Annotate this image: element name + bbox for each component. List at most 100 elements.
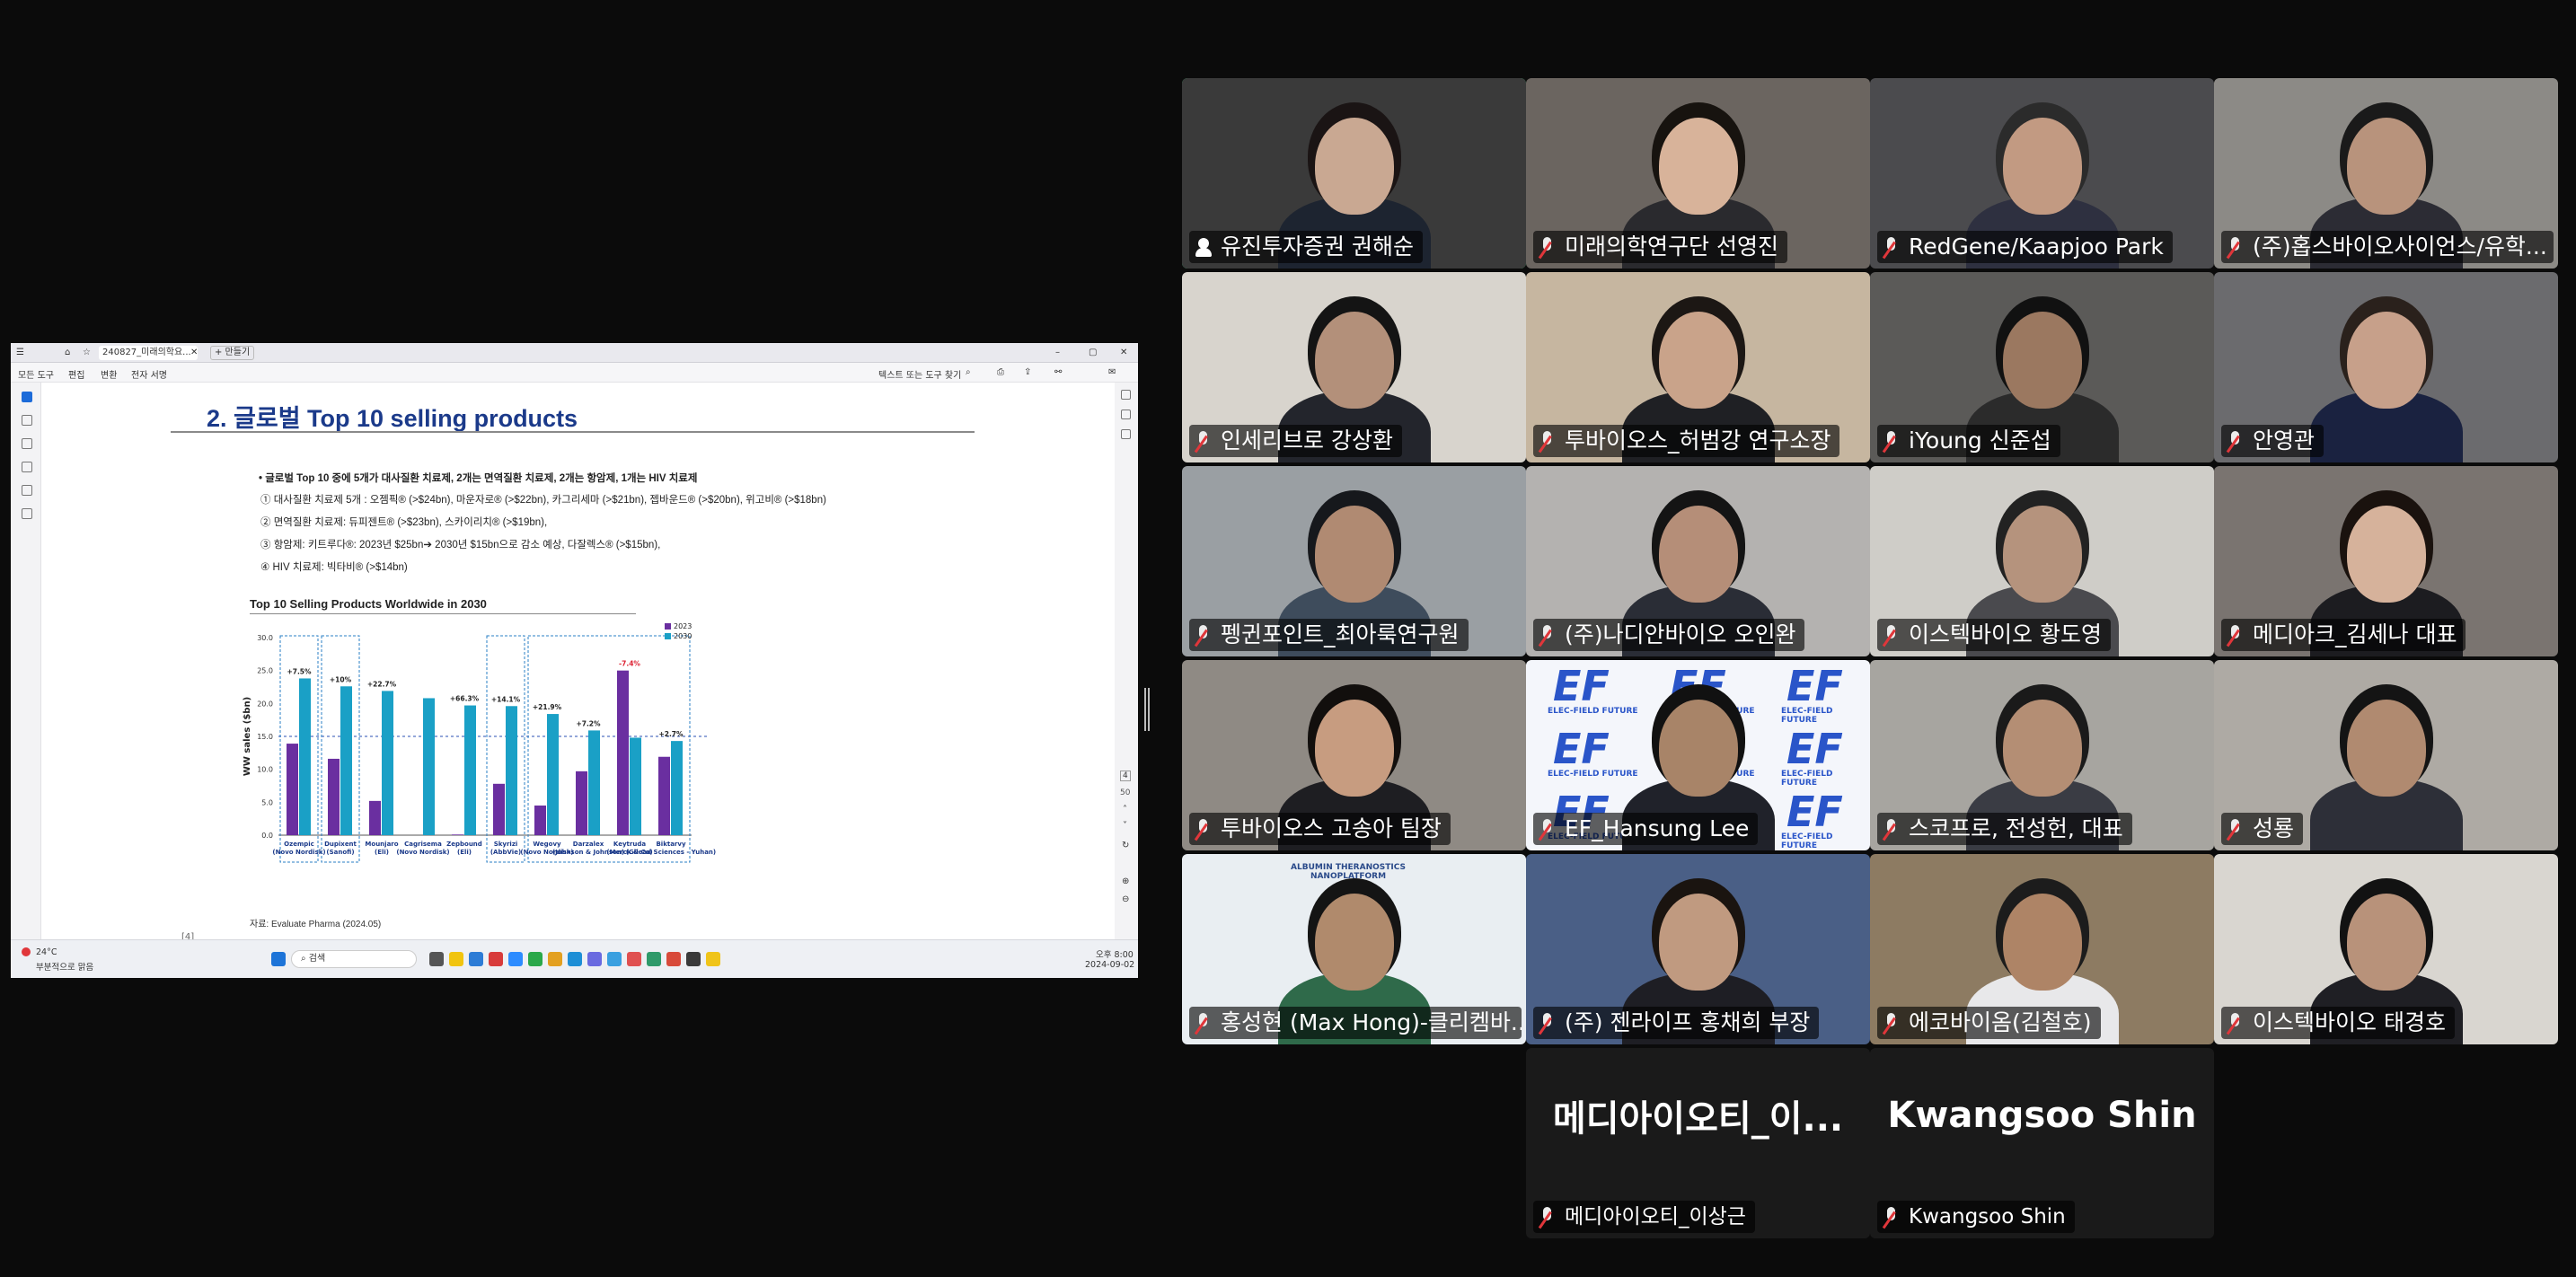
menu-sign[interactable]: 전자 서명 — [131, 367, 167, 381]
y-tick-label: 5.0 — [261, 798, 273, 806]
participant-tile[interactable]: 안영관 — [2214, 272, 2558, 462]
participant-tile[interactable]: 성룡 — [2214, 660, 2558, 850]
stamp-tool-icon[interactable] — [22, 508, 32, 519]
menu-convert[interactable]: 변환 — [101, 367, 117, 381]
participant-tile[interactable]: EF ELEC-FIELD FUTURE EF ELEC-FIELD FUTURE EF… — [1526, 660, 1870, 850]
select-tool-icon[interactable] — [22, 392, 32, 402]
person-face — [2346, 700, 2426, 797]
participant-tile[interactable]: RedGene/Kaapjoo Park — [1870, 78, 2214, 269]
growth-label: +7.5% — [287, 667, 312, 675]
chevron-down-icon[interactable]: ˅ — [1123, 821, 1127, 831]
participant-tile[interactable]: ALBUMIN THERANOSTICS NANOPLATFORM 홍성현 (Ma… — [1182, 854, 1526, 1044]
ef-logo: EF — [1786, 725, 1843, 773]
bullet-3: ③ 항암제: 키트루다®: 2023년 $25bn➔ 2030년 $15bn으로… — [260, 540, 661, 550]
zoom-out-icon[interactable]: ⊖ — [1122, 894, 1129, 904]
participant-tile[interactable]: 투바이오스 고송아 팀장 — [1182, 660, 1526, 850]
participant-tile[interactable]: (주)나디안바이오 오인완 — [1526, 466, 1870, 656]
participant-tile[interactable]: 스코프로, 전성헌, 대표 — [1870, 660, 2214, 850]
app-icon-blue[interactable] — [568, 952, 582, 966]
search-tools-input[interactable]: 텍스트 또는 도구 찾기 — [878, 367, 961, 381]
zoom-app-icon[interactable] — [508, 952, 523, 966]
home-icon[interactable]: ⌂ — [65, 348, 70, 357]
app-icon-purple[interactable] — [587, 952, 602, 966]
edge-icon[interactable] — [469, 952, 483, 966]
participant-name-label: 메디아이오티_이상근 — [1533, 1201, 1755, 1233]
close-tab-icon[interactable]: ✕ — [190, 348, 198, 357]
participant-tile[interactable]: 미래의학연구단 선영진 — [1526, 78, 1870, 269]
acrobat-icon[interactable] — [489, 952, 503, 966]
mic-muted-icon — [1539, 817, 1557, 841]
person-face — [1314, 894, 1394, 991]
start-icon[interactable] — [271, 952, 286, 966]
participant-tile[interactable]: 메디아이오티_이... 메디아이오티_이상근 — [1526, 1048, 1870, 1238]
participant-name-label: 안영관 — [2221, 425, 2325, 457]
page-number[interactable]: 4 — [1120, 771, 1131, 781]
person-face — [2002, 700, 2082, 797]
comment-tool-icon[interactable] — [22, 415, 32, 426]
participant-tile[interactable]: 에코바이옴(김철호) — [1870, 854, 2214, 1044]
menu-edit[interactable]: 편집 — [68, 367, 84, 381]
kakaotalk-icon[interactable] — [706, 952, 720, 966]
link-icon[interactable]: ⚯ — [1054, 367, 1062, 377]
app-icon-teal[interactable] — [647, 952, 661, 966]
x-tick-label: Mounjaro — [365, 841, 398, 848]
ef-logo-caption: ELEC-FIELD FUTURE — [1781, 832, 1833, 850]
new-tab-button[interactable]: + 만들기 — [210, 346, 255, 360]
participant-tile[interactable]: 유진투자증권 권해순 — [1182, 78, 1526, 269]
print-icon[interactable]: ⎙ — [997, 367, 1004, 377]
participant-tile[interactable]: 메디아크_김세나 대표 — [2214, 466, 2558, 656]
participant-tile[interactable]: (주) 젠라이프 홍채희 부장 — [1526, 854, 1870, 1044]
splitter-handle[interactable] — [1144, 688, 1150, 731]
bookmark-icon[interactable] — [1121, 429, 1131, 439]
app-icon-green[interactable] — [528, 952, 543, 966]
participant-tile[interactable]: 이스텍바이오 태경호 — [2214, 854, 2558, 1044]
chart-source: 자료: Evaluate Pharma (2024.05) — [250, 920, 382, 929]
minimize-icon[interactable]: – — [1055, 348, 1060, 357]
menu-icon[interactable]: ☰ — [16, 348, 24, 357]
weather-desc[interactable]: 부분적으로 맑음 — [36, 960, 93, 973]
taskview-icon[interactable] — [429, 952, 444, 966]
star-icon[interactable]: ☆ — [83, 348, 91, 357]
app-icon-orange[interactable] — [548, 952, 562, 966]
tab-document[interactable]: 240827_미래의학요... — [99, 346, 198, 360]
app-icon-dark[interactable] — [686, 952, 701, 966]
chrome-icon[interactable] — [666, 952, 681, 966]
folder-icon[interactable] — [449, 952, 463, 966]
pen-tool-icon[interactable] — [22, 438, 32, 449]
participant-name: 메디아이오티_이상근 — [1565, 1205, 1746, 1229]
close-window-icon[interactable]: ✕ — [1120, 348, 1127, 357]
mail-icon[interactable]: ✉ — [1108, 367, 1116, 377]
search-icon[interactable]: ⌕ — [966, 367, 971, 377]
participant-tile[interactable]: 이스텍바이오 황도영 — [1870, 466, 2214, 656]
participant-name-label: EF_Hansung Lee — [1533, 813, 1759, 845]
participant-tile[interactable]: Kwangsoo Shin Kwangsoo Shin — [1870, 1048, 2214, 1238]
app-icon-red[interactable] — [627, 952, 641, 966]
participant-tile[interactable]: 펭귄포인트_최아룩연구원 — [1182, 466, 1526, 656]
participant-name-label: iYoung 신준섭 — [1877, 425, 2060, 457]
participant-tile[interactable]: iYoung 신준섭 — [1870, 272, 2214, 462]
taskbar-search[interactable]: ⌕ 검색 — [291, 950, 417, 968]
share-icon[interactable]: ⇪ — [1024, 367, 1031, 377]
bullet-4: ④ HIV 치료제: 빅타비® (>$14bn) — [260, 562, 408, 573]
menu-all-tools[interactable]: 모든 도구 — [18, 367, 54, 381]
refresh-icon[interactable]: ↻ — [1122, 841, 1129, 850]
clock-time[interactable]: 오후 8:00 — [1096, 947, 1134, 960]
panel-icon[interactable] — [1121, 390, 1131, 400]
participant-tile[interactable]: 투바이오스_허범강 연구소장 — [1526, 272, 1870, 462]
pages-icon[interactable] — [1121, 410, 1131, 419]
growth-label: +21.9% — [533, 703, 562, 711]
app-icon-sky[interactable] — [607, 952, 622, 966]
zoom-in-icon[interactable]: ⊕ — [1122, 876, 1129, 886]
bar-2023 — [328, 758, 340, 835]
participant-tile[interactable]: (주)홉스바이오사이언스/유학... — [2214, 78, 2558, 269]
clock-date[interactable]: 2024-09-02 — [1085, 960, 1134, 970]
maximize-icon[interactable]: ▢ — [1089, 348, 1097, 357]
participant-tile[interactable]: 인세리브로 강상환 — [1182, 272, 1526, 462]
draw-tool-icon[interactable] — [22, 462, 32, 472]
mic-muted-icon — [1195, 623, 1213, 647]
participant-name-label: 이스텍바이오 황도영 — [1877, 619, 2111, 651]
chevron-up-icon[interactable]: ˄ — [1123, 805, 1127, 815]
text-tool-icon[interactable] — [22, 485, 32, 496]
x-tick-label: (Eli) — [457, 849, 472, 856]
weather-temp[interactable]: 24°C — [36, 947, 57, 957]
